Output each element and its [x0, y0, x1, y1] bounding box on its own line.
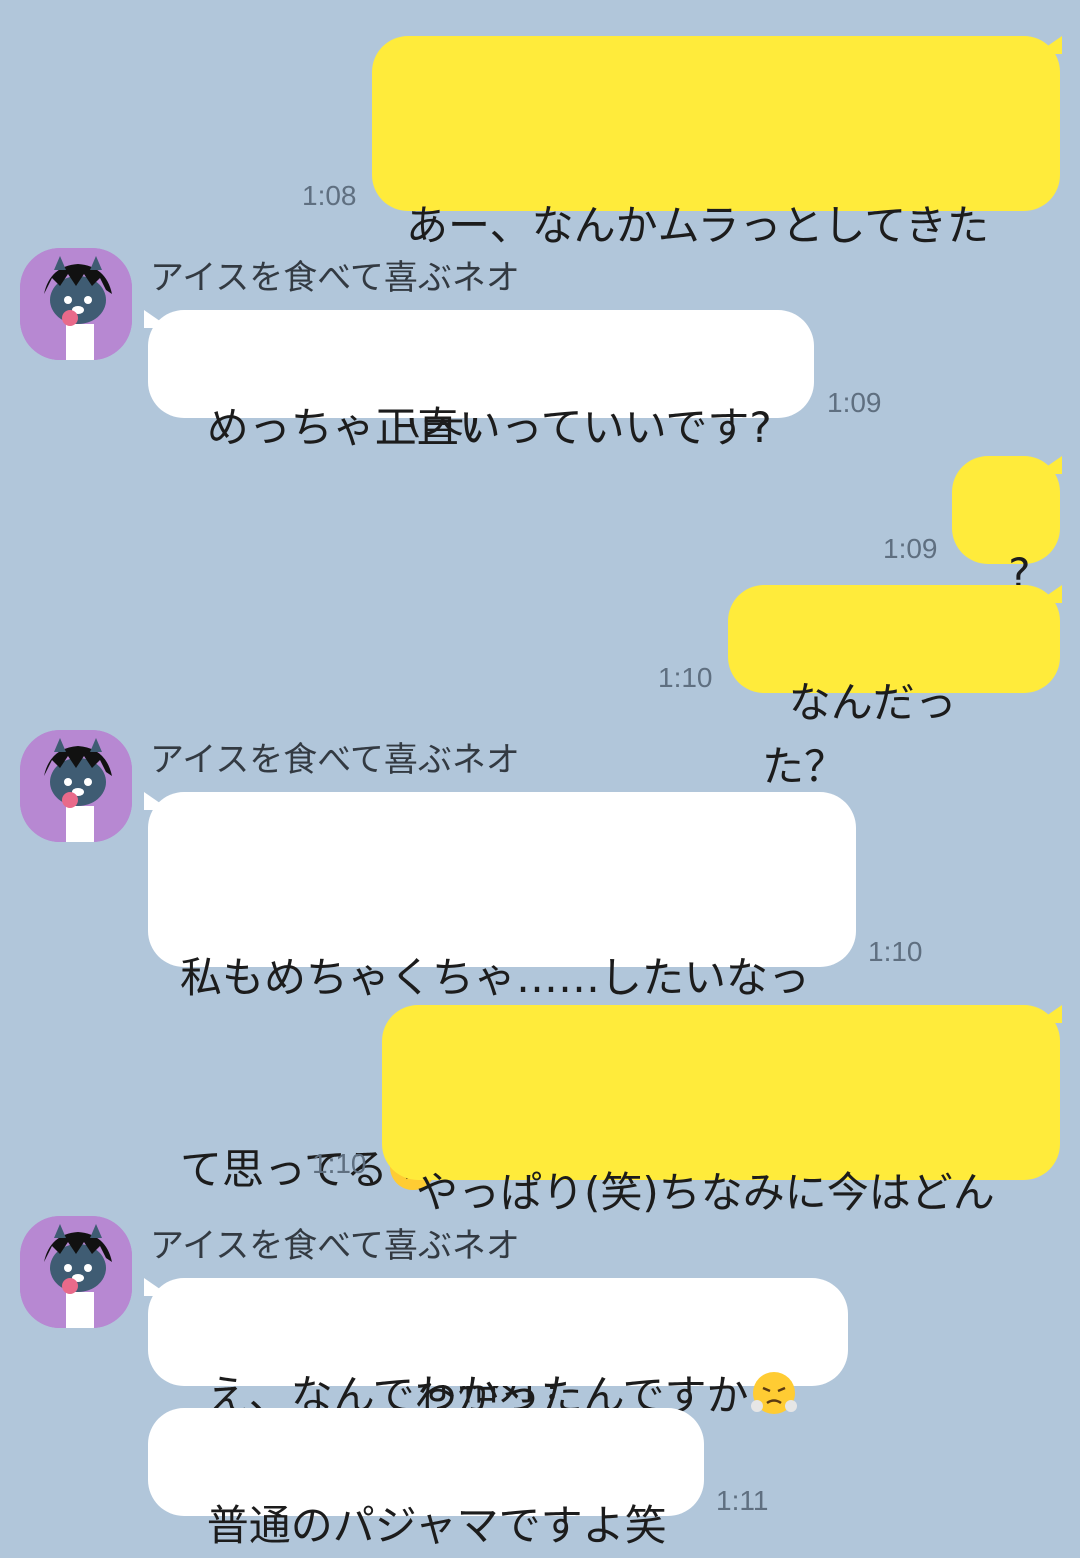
message-bubble-mine[interactable]: あー、なんかムラっとしてきた (笑) [372, 36, 1060, 442]
message-time: 1:09 [827, 387, 882, 418]
avatar[interactable] [20, 1216, 132, 1328]
message-time: 1:10 [658, 662, 713, 693]
neo-character-icon [20, 730, 132, 842]
message-time: 1:10 [312, 1148, 367, 1179]
sender-name: アイスを食べて喜ぶネオ [150, 258, 520, 298]
message-bubble-mine[interactable]: やっぱり(笑)ちなみに今はどん な格好？ [382, 1005, 1060, 1409]
sender-name: アイスを食べて喜ぶネオ [150, 1226, 520, 1266]
message-time: 1:11 [716, 1485, 769, 1516]
message-text: あー、なんかムラっとしてきた [406, 201, 989, 250]
avatar[interactable] [20, 248, 132, 360]
message-bubble-mine[interactable]: ? [952, 456, 1060, 598]
message-text: めっちゃ正直いっていいです? [206, 403, 772, 452]
message-bubble-theirs[interactable]: めっちゃ正直いっていいです? [148, 310, 814, 452]
message-time: 1:08 [302, 180, 357, 211]
message-text: 普通のパジャマですよ笑 [206, 1501, 667, 1550]
message-bubble-theirs[interactable]: え、なんでわかったんですか [148, 1278, 848, 1420]
message-text: やっぱり(笑)ちなみに今はどん [416, 1168, 995, 1217]
neo-character-icon [20, 1216, 132, 1328]
message-bubble-theirs[interactable]: 私もめちゃくちゃ……したいなっ て思ってる [148, 792, 856, 1194]
sender-name: アイスを食べて喜ぶネオ [150, 740, 520, 780]
message-text: 私もめちゃくちゃ……したいなっ [180, 953, 811, 1002]
message-text: なんだった？ [762, 678, 957, 791]
message-time: 1:09 [883, 533, 938, 564]
neo-character-icon [20, 248, 132, 360]
message-bubble-theirs[interactable]: 普通のパジャマですよ笑 [148, 1408, 704, 1550]
avatar[interactable] [20, 730, 132, 842]
message-bubble-mine[interactable]: なんだった？ [728, 585, 1060, 791]
message-time: 1:10 [868, 936, 923, 967]
face-with-steam-icon [750, 1372, 797, 1414]
